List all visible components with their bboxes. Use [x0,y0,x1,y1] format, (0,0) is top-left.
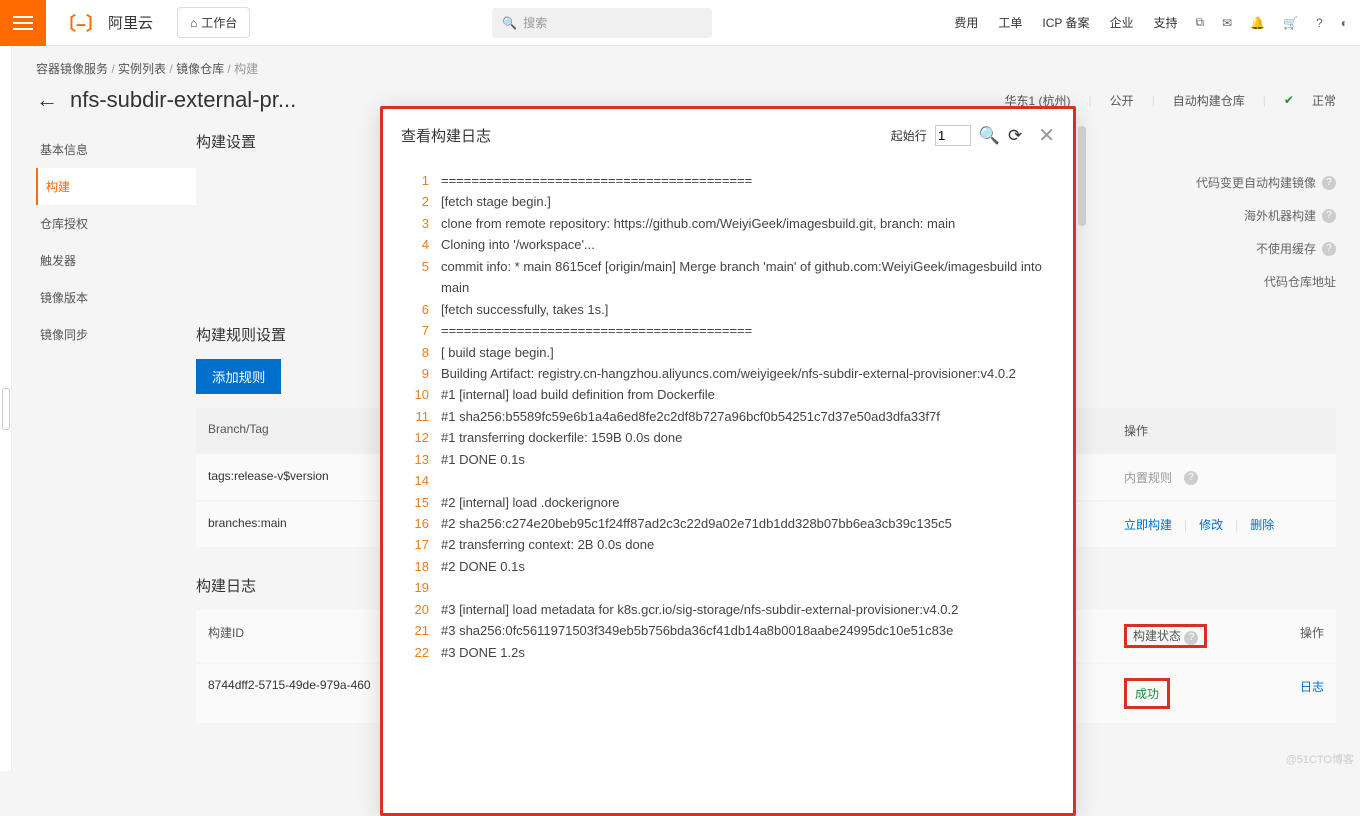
tab-image-sync[interactable]: 镜像同步 [36,316,196,353]
help-icon[interactable]: ? [1184,471,1198,485]
log-line: 15#2 [internal] load .dockerignore [401,492,1055,513]
log-line: 13#1 DONE 0.1s [401,449,1055,470]
visibility-label: 公开 [1110,92,1134,109]
log-line: 22#3 DONE 1.2s [401,642,1055,663]
help-icon[interactable]: ? [1322,176,1336,190]
log-link[interactable]: 日志 [1300,680,1324,694]
bell-icon[interactable]: 🔔 [1250,16,1265,30]
log-line: 1=======================================… [401,170,1055,191]
log-line: 12#1 transferring dockerfile: 159B 0.0s … [401,427,1055,448]
home-icon: ⌂ [190,16,197,30]
tab-build[interactable]: 构建 [36,168,196,205]
log-line: 21#3 sha256:0fc5611971503f349eb5b756bda3… [401,620,1055,641]
status-label: 正常 [1312,92,1336,109]
log-body[interactable]: 1=======================================… [383,162,1073,813]
start-line-label: 起始行 [891,127,927,144]
refresh-icon[interactable]: ⟳ [1008,126,1022,146]
brand-icon: 〔–〕 [58,10,104,36]
log-line: 4Cloning into '/workspace'... [401,234,1055,255]
log-line: 9Building Artifact: registry.cn-hangzhou… [401,363,1055,384]
page-title: nfs-subdir-external-pr... [70,87,370,113]
cloud-shell-icon[interactable]: ⧉ [1196,15,1205,30]
tab-triggers[interactable]: 触发器 [36,242,196,279]
log-line: 11#1 sha256:b5589fc59e6b1a4a6ed8fe2c2df8… [401,406,1055,427]
col-actions: 操作 [1124,422,1324,439]
watermark: @51CTO博客 [1286,751,1354,767]
nav-link-billing[interactable]: 费用 [954,14,978,31]
status-check-icon: ✔ [1284,93,1294,107]
log-line: 6[fetch successfully, takes 1s.] [401,299,1055,320]
tab-repo-auth[interactable]: 仓库授权 [36,205,196,242]
help-icon[interactable]: ? [1322,209,1336,223]
help-icon[interactable]: ? [1322,242,1336,256]
crumb-instances[interactable]: 实例列表 [118,62,166,76]
log-line: 16#2 sha256:c274e20beb95c1f24ff87ad2c3c2… [401,513,1055,534]
close-icon[interactable]: ✕ [1038,123,1055,148]
crumb-current: 构建 [234,62,258,76]
col-op: 操作 [1244,624,1324,648]
brand-logo[interactable]: 〔–〕 阿里云 [58,10,153,36]
search-icon: 🔍 [502,16,517,30]
build-now-link[interactable]: 立即构建 [1124,516,1172,533]
log-line: 8[ build stage begin.] [401,342,1055,363]
log-line: 18#2 DONE 0.1s [401,556,1055,577]
setting-overseas: 海外机器构建 [1244,207,1316,224]
status-success: 成功 [1124,678,1170,709]
nav-link-ticket[interactable]: 工单 [998,14,1022,31]
brand-text: 阿里云 [108,12,153,33]
breadcrumb: 容器镜像服务 / 实例列表 / 镜像仓库 / 构建 [36,60,1336,77]
log-line: 10#1 [internal] load build definition fr… [401,384,1055,405]
log-line: 7=======================================… [401,320,1055,341]
tab-basic-info[interactable]: 基本信息 [36,131,196,168]
cart-icon[interactable]: 🛒 [1283,16,1298,30]
log-line: 14 [401,470,1055,491]
message-icon[interactable]: ✉ [1222,16,1232,30]
top-links: 费用 工单 ICP 备案 企业 支持 [954,14,1177,31]
log-line: 20#3 [internal] load metadata for k8s.gc… [401,599,1055,620]
log-line: 2[fetch stage begin.] [401,191,1055,212]
side-tabs: 基本信息 构建 仓库授权 触发器 镜像版本 镜像同步 [36,131,196,725]
log-line: 5commit info: * main 8615cef [origin/mai… [401,256,1055,299]
avatar-icon[interactable]: ◐ [1341,16,1348,30]
builtin-rule-label: 内置规则 [1124,469,1172,486]
search-icon[interactable]: 🔍 [979,126,1000,146]
tab-image-version[interactable]: 镜像版本 [36,279,196,316]
side-expand-handle[interactable] [0,46,12,771]
nav-link-icp[interactable]: ICP 备案 [1042,14,1089,31]
setting-repo-url: 代码仓库地址 [1264,273,1336,290]
workbench-label: 工作台 [201,14,237,31]
workbench-button[interactable]: ⌂ 工作台 [177,7,250,38]
top-icons: ⧉ ✉ 🔔 🛒 ? ◐ [1196,15,1348,30]
log-line: 17#2 transferring context: 2B 0.0s done [401,534,1055,555]
hamburger-menu[interactable] [0,0,46,46]
top-nav: 〔–〕 阿里云 ⌂ 工作台 🔍 搜索 费用 工单 ICP 备案 企业 支持 ⧉ … [0,0,1360,46]
nav-link-enterprise[interactable]: 企业 [1109,14,1133,31]
crumb-repo[interactable]: 镜像仓库 [176,62,224,76]
setting-auto-build: 代码变更自动构建镜像 [1196,174,1316,191]
log-line: 3clone from remote repository: https://g… [401,213,1055,234]
crumb-service[interactable]: 容器镜像服务 [36,62,108,76]
back-arrow-icon[interactable]: ← [36,87,58,113]
col-build-status: 构建状态 [1133,629,1181,643]
help-icon: ? [1184,631,1198,645]
edit-link[interactable]: 修改 [1199,516,1223,533]
delete-link[interactable]: 删除 [1250,516,1274,533]
search-placeholder: 搜索 [523,14,547,31]
search-input[interactable]: 🔍 搜索 [492,8,712,38]
repo-type-label: 自动构建仓库 [1173,92,1245,109]
build-log-modal: 查看构建日志 起始行 🔍 ⟳ ✕ 1======================… [380,106,1076,816]
add-rule-button[interactable]: 添加规则 [196,359,281,394]
setting-no-cache: 不使用缓存 [1256,240,1316,257]
modal-title: 查看构建日志 [401,125,491,146]
start-line-input[interactable] [935,125,971,146]
log-line: 19 [401,577,1055,598]
help-icon[interactable]: ? [1316,16,1323,30]
nav-link-support[interactable]: 支持 [1154,14,1178,31]
